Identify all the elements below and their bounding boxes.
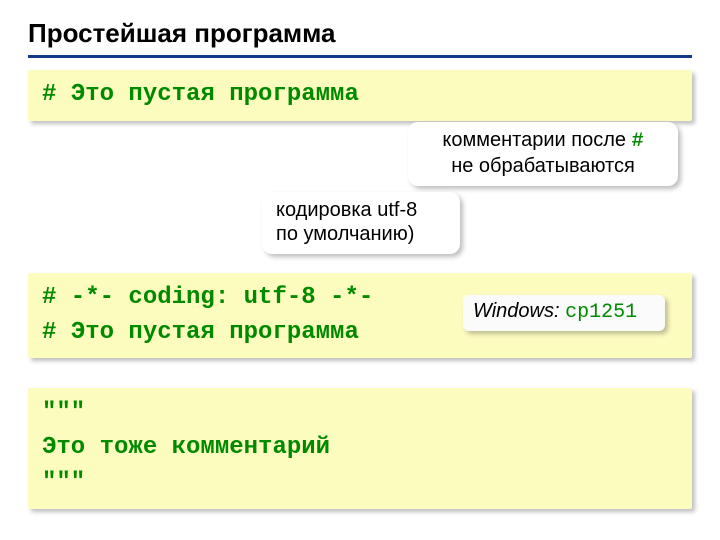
callout-comments-after-hash: комментарии после # не обрабатываются xyxy=(408,122,678,186)
slide: Простейшая программа # Это пустая програ… xyxy=(0,0,720,540)
callout-value: cp1251 xyxy=(565,301,637,324)
callout-default-encoding: кодировка utf-8 по умолчанию) xyxy=(262,192,460,254)
code-line: Это тоже комментарий xyxy=(42,431,678,466)
callout-text: кодировка utf-8 xyxy=(276,199,417,221)
hash-symbol: # xyxy=(632,130,644,153)
code-line: """ xyxy=(42,466,678,501)
code-line: # Это пустая программа xyxy=(42,78,678,113)
page-title: Простейшая программа xyxy=(28,18,692,49)
code-line: """ xyxy=(42,396,678,431)
code-block-3: """ Это тоже комментарий """ xyxy=(28,388,692,508)
callout-label: Windows: xyxy=(473,300,565,322)
callout-text: по умолчанию) xyxy=(276,223,414,245)
callout-windows-codepage: Windows: cp1251 xyxy=(463,295,665,331)
callout-text: не обрабатываются xyxy=(451,155,635,177)
title-underline xyxy=(28,55,692,58)
callout-text: комментарии после xyxy=(442,129,631,151)
code-block-1: # Это пустая программа xyxy=(28,70,692,121)
